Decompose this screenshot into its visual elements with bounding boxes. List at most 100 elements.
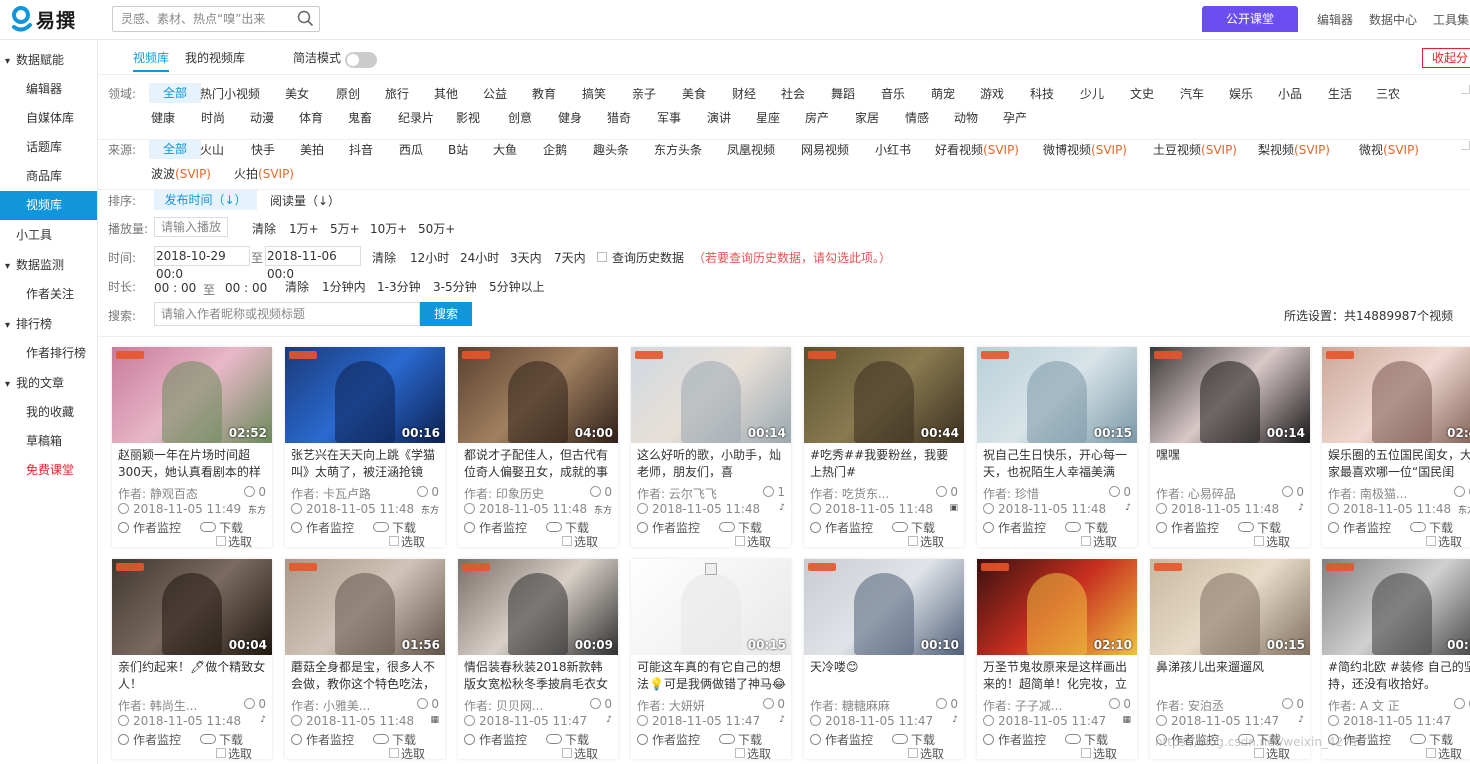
source-option[interactable]: 全部 [149,139,201,159]
domain-option[interactable]: 动漫 [250,109,274,126]
monitor-author-button[interactable]: 作者监控 [464,731,527,748]
checkbox[interactable] [562,536,572,546]
video-author[interactable]: 作者: 卡瓦卢路 [291,485,371,502]
checkbox[interactable] [562,748,572,758]
select-checkbox[interactable]: 选取 [562,533,598,550]
select-checkbox[interactable]: 选取 [735,745,771,762]
source-option[interactable]: 火山 [200,141,224,158]
domain-option[interactable]: 搞笑 [582,85,606,102]
domain-option[interactable]: 星座 [756,109,780,126]
video-thumbnail[interactable]: 02:4 [1322,347,1470,443]
video-title[interactable]: 娱乐圈的五位国民闺女，大家最喜欢哪一位“国民闺 [1328,447,1470,481]
video-card[interactable]: 00:14 嘿嘿 作者: 心易碎品 0 2018-11-05 11:48 ♪ 作者监控 下载选… [1150,347,1310,550]
duration-1min[interactable]: 1分钟内 [322,278,366,295]
time-to-input[interactable]: 2018-11-06 00:0 [265,246,361,281]
video-thumbnail[interactable]: 00:44 [804,347,964,443]
video-thumbnail[interactable]: 00:16 [285,347,445,443]
monitor-author-button[interactable]: 作者监控 [464,519,527,536]
video-title[interactable]: 天冷喽😊 [810,659,960,693]
video-title[interactable]: 万圣节鬼妆原来是这样画出来的！超简单！化完妆，立 [983,659,1133,693]
video-card[interactable]: 01:56 蘑菇全身都是宝，很多人不会做，教你这个特色吃法， 作者: 小雅美... 0… [285,559,445,761]
sidebar-item-14[interactable]: 免费课堂 [0,456,97,485]
domain-option[interactable]: 萌宠 [931,85,955,102]
source-option[interactable]: 抖音 [349,141,373,158]
video-thumbnail[interactable]: 00:15 [631,559,791,655]
source-option[interactable]: 快手 [251,141,275,158]
domain-option[interactable]: 科技 [1030,85,1054,102]
duration-from-input[interactable]: 00 : 00 [154,281,196,295]
open-course-button[interactable]: 公开课堂 [1202,6,1298,32]
brand-logo[interactable]: 易撰 [10,5,76,33]
domain-option[interactable]: 财经 [732,85,756,102]
time-3d[interactable]: 3天内 [510,249,542,266]
video-title[interactable]: 嘿嘿 [1156,447,1306,481]
video-card[interactable]: 02:4 娱乐圈的五位国民闺女，大家最喜欢哪一位“国民闺作者: 南极猫... 020… [1322,347,1470,549]
checkbox[interactable] [1426,536,1436,546]
source-option[interactable]: 趣头条 [593,141,629,158]
source-option[interactable]: 火拍(SVIP) [234,165,294,182]
select-checkbox[interactable]: 选取 [1426,745,1462,762]
domain-option[interactable]: 影视 [456,109,480,126]
checkbox[interactable] [1254,748,1264,758]
monitor-author-button[interactable]: 作者监控 [637,519,700,536]
domain-option[interactable]: 原创 [336,85,360,102]
select-checkbox[interactable]: 选取 [1254,533,1290,550]
domain-option[interactable]: 少儿 [1080,85,1104,102]
source-option[interactable]: 波波(SVIP) [151,165,211,182]
monitor-author-button[interactable]: 作者监控 [810,519,873,536]
video-author[interactable]: 作者: 安泊丞 [1156,697,1224,714]
source-option[interactable]: 企鹅 [543,141,567,158]
monitor-author-button[interactable]: 作者监控 [291,519,354,536]
monitor-author-button[interactable]: 作者监控 [291,731,354,748]
plays-500k[interactable]: 50万+ [418,220,455,237]
plays-10k[interactable]: 1万+ [289,220,319,237]
collapse-filters-button[interactable]: 收起分 [1422,48,1470,68]
domain-option[interactable]: 文史 [1130,85,1154,102]
domain-option[interactable]: 汽车 [1180,85,1204,102]
domain-option[interactable]: 游戏 [980,85,1004,102]
checkbox[interactable] [1426,748,1436,758]
sidebar-group-9[interactable]: ▾ 排行榜 [0,309,97,339]
domain-option[interactable]: 生活 [1328,85,1352,102]
video-card[interactable]: 00:04 亲们约起来！🖊做个精致女人！ 作者: 韩尚生... 0 2018-11-05… [112,559,272,761]
global-search-input[interactable]: 灵感、素材、热点“嗅”出来 [112,6,320,32]
video-card[interactable]: 00:44 #吃秀##我要粉丝，我要上热门# 作者: 吃货东... 0 2018-11-… [804,347,964,549]
duration-3-5min[interactable]: 3-5分钟 [433,278,477,295]
sidebar-item-5[interactable]: 视频库 [0,191,97,220]
checkbox[interactable] [389,536,399,546]
select-checkbox[interactable]: 选取 [1081,745,1117,762]
checkbox[interactable] [389,748,399,758]
source-option[interactable]: 梨视频(SVIP) [1258,141,1330,158]
monitor-author-button[interactable]: 作者监控 [118,519,181,536]
time-clear[interactable]: 清除 [372,249,396,266]
monitor-author-button[interactable]: 作者监控 [637,731,700,748]
domain-option[interactable]: 演讲 [707,109,731,126]
select-checkbox[interactable]: 选取 [389,533,425,550]
video-author[interactable]: 作者: 吃货东... [810,485,889,502]
plays-clear[interactable]: 清除 [252,220,276,237]
checkbox[interactable] [1081,748,1091,758]
sidebar-item-12[interactable]: 我的收藏 [0,398,97,427]
time-7d[interactable]: 7天内 [554,249,586,266]
domain-option[interactable]: 健身 [558,109,582,126]
checkbox[interactable] [908,748,918,758]
video-title[interactable]: 这么好听的歌，小助手，灿老师，朋友们，喜 [637,447,787,481]
domain-option[interactable]: 房产 [805,109,829,126]
simple-mode-toggle[interactable] [345,52,377,68]
video-thumbnail[interactable]: 00:15 [1150,559,1310,655]
video-thumbnail[interactable]: 02:52 [112,347,272,443]
checkbox[interactable] [216,536,226,546]
video-card[interactable]: 00:09 情侣装春秋装2018新款韩版女宽松秋冬季披肩毛衣女套作者: 贝贝网..… [458,559,618,761]
video-title[interactable]: 蘑菇全身都是宝，很多人不会做，教你这个特色吃法， [291,659,441,693]
video-author[interactable]: 作者: 子子减... [983,697,1062,714]
domain-option[interactable]: 美食 [682,85,706,102]
time-12h[interactable]: 12小时 [410,249,449,266]
sidebar-group-11[interactable]: ▾ 我的文章 [0,368,97,398]
video-title[interactable]: 情侣装春秋装2018新款韩版女宽松秋冬季披肩毛衣女套 [464,659,614,693]
video-thumbnail[interactable]: 00:14 [631,347,791,443]
domain-option[interactable]: 亲子 [632,85,656,102]
video-card[interactable]: 00:14 这么好听的歌，小助手，灿老师，朋友们，喜 作者: 云尔飞飞 1 2018-1… [631,347,791,549]
monitor-author-button[interactable]: 作者监控 [983,519,1046,536]
video-title[interactable]: 赵丽颖一年在片场时间超300天，她认真看剧本的样子 [118,447,268,481]
domain-option[interactable]: 旅行 [385,85,409,102]
